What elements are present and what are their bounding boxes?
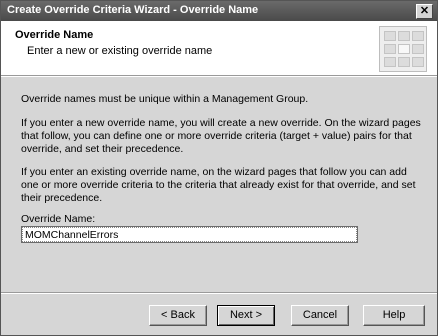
footer-divider-highlight (1, 293, 437, 294)
override-name-input[interactable] (21, 226, 358, 243)
grid-cell (412, 44, 424, 54)
grid-cell (412, 31, 424, 41)
info-paragraph-new: If you enter a new override name, you wi… (21, 117, 421, 155)
wizard-grid-icon (379, 26, 427, 72)
window-title: Create Override Criteria Wizard - Overri… (7, 4, 259, 16)
help-button[interactable]: Help (363, 305, 425, 326)
close-button[interactable]: ✕ (416, 4, 433, 19)
wizard-header: Override Name Enter a new or existing ov… (1, 21, 437, 76)
back-button[interactable]: < Back (149, 305, 207, 326)
next-button[interactable]: Next > (217, 305, 275, 326)
page-subtitle: Enter a new or existing override name (27, 45, 213, 57)
grid-cell (398, 44, 410, 54)
grid-cell (384, 44, 396, 54)
close-icon: ✕ (419, 5, 430, 17)
title-bar[interactable]: Create Override Criteria Wizard - Overri… (1, 1, 437, 21)
info-paragraph-existing: If you enter an existing override name, … (21, 166, 416, 204)
page-title: Override Name (15, 29, 94, 41)
grid-cell (398, 57, 410, 67)
override-name-label: Override Name: (21, 213, 96, 225)
wizard-window: Create Override Criteria Wizard - Overri… (0, 0, 438, 336)
grid-cell (412, 57, 424, 67)
cancel-button[interactable]: Cancel (291, 305, 349, 326)
header-divider (1, 76, 437, 77)
grid-cell (384, 31, 396, 41)
grid-cell (384, 57, 396, 67)
grid-cell (398, 31, 410, 41)
info-paragraph-unique: Override names must be unique within a M… (21, 93, 309, 105)
